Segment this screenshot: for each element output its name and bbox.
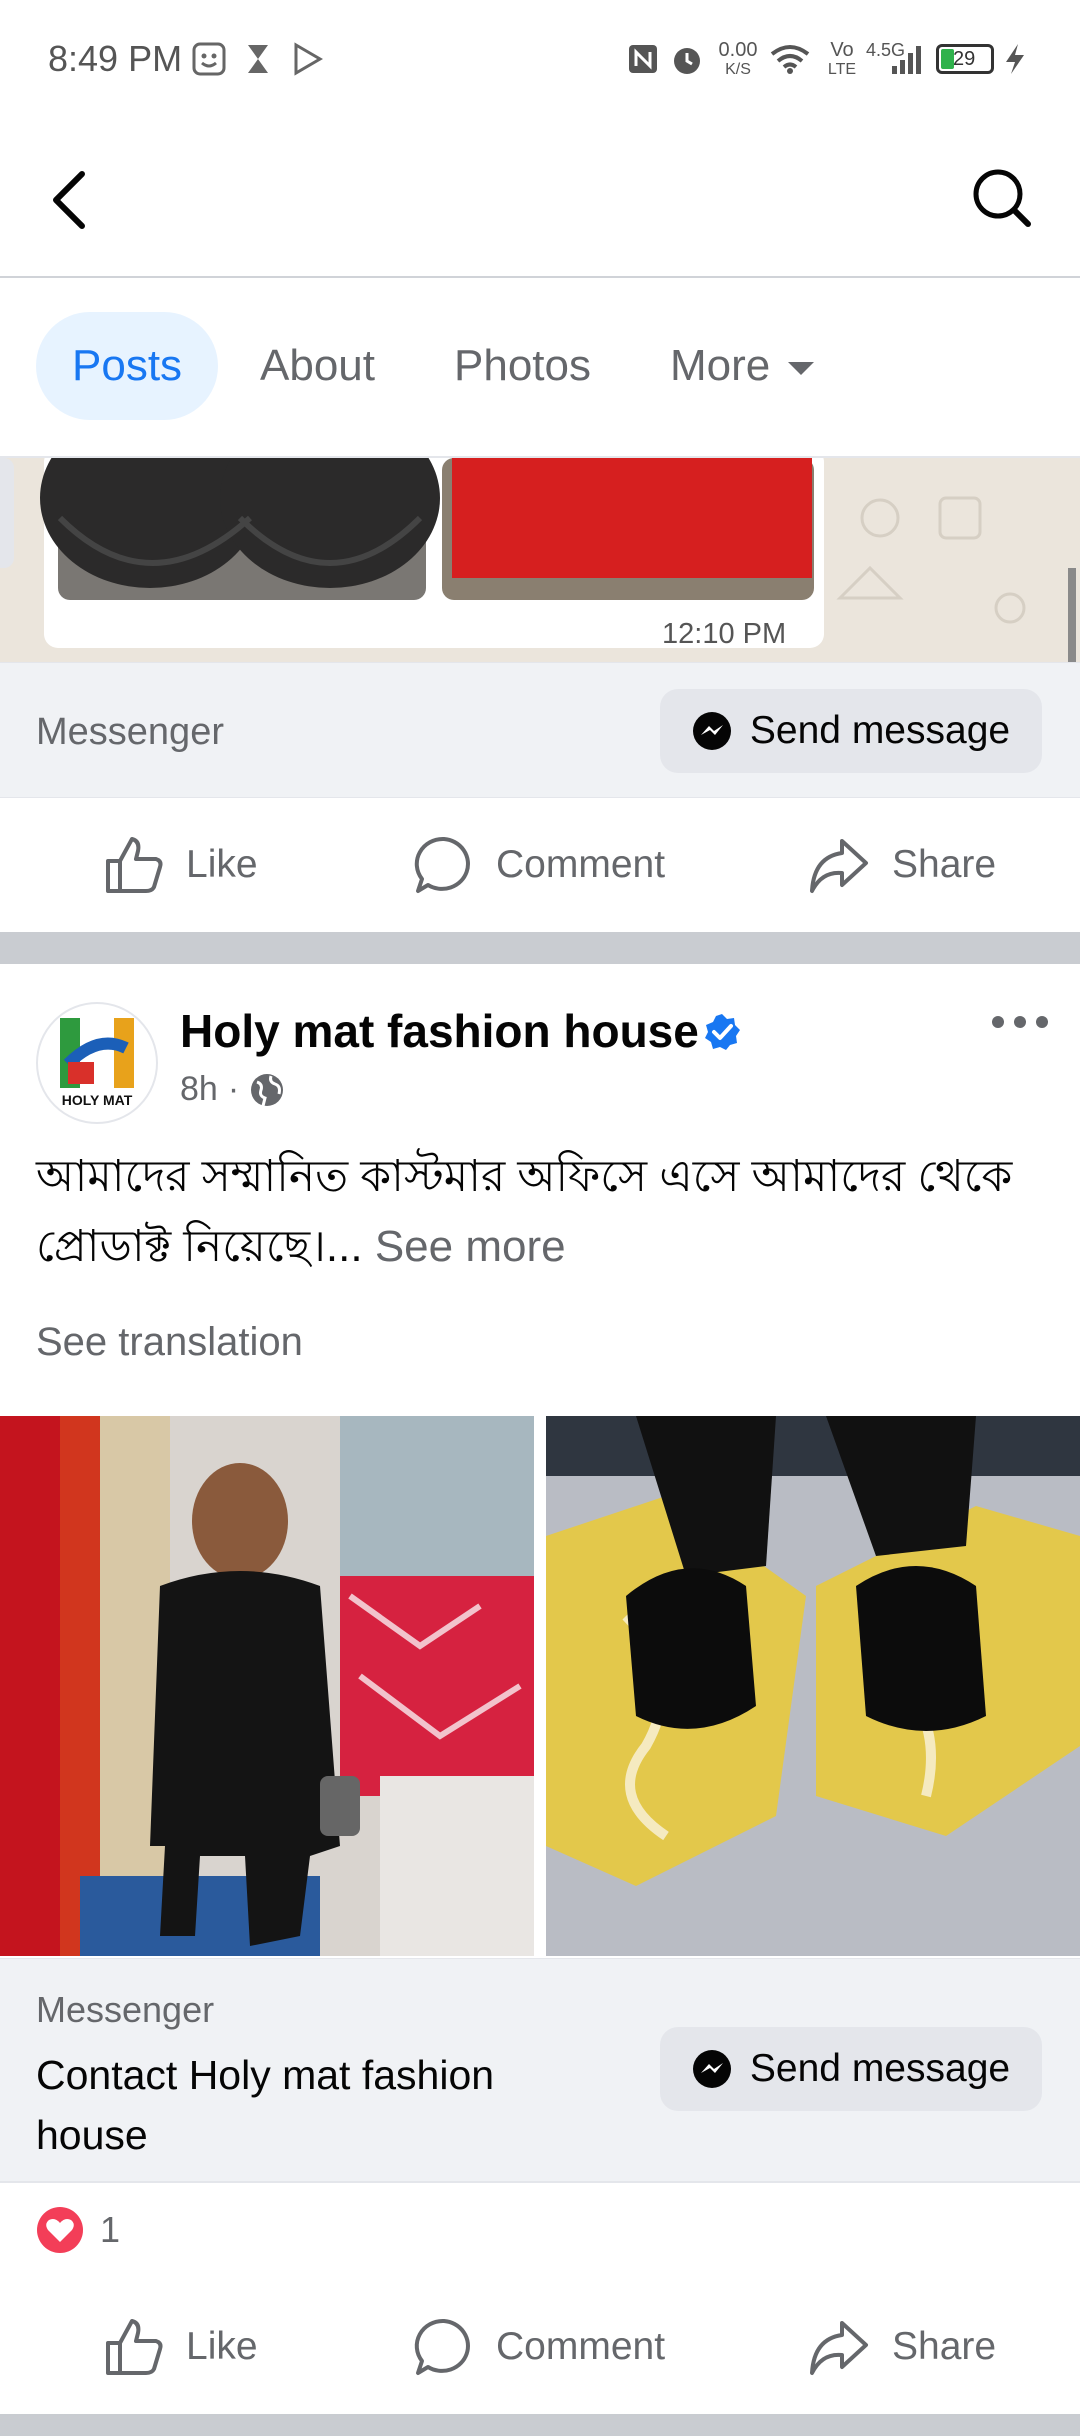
page-avatar[interactable]: HOLY MAT: [36, 1002, 158, 1124]
photo-black-sandals: [546, 1416, 1080, 1956]
chat-background-pattern: [0, 458, 1080, 662]
post-meta-dot: ·: [227, 1070, 240, 1108]
like-icon: [106, 2319, 163, 2375]
post-time: 8h: [180, 1070, 218, 1108]
charging-icon: [1006, 44, 1024, 74]
love-reaction-icon: [37, 2207, 83, 2253]
nfc-icon: [629, 45, 657, 73]
notification-play-icon: [294, 42, 323, 76]
post1-comment-button[interactable]: Comment: [414, 798, 665, 932]
post2-send-message-label: Send message: [749, 2047, 1011, 2090]
photo-customer-in-black-outfit: [0, 1416, 534, 1956]
comment-icon: [414, 836, 470, 893]
post-image-chat-screenshot[interactable]: 12:10 PM: [0, 458, 1080, 662]
post2-share-label: Share: [892, 2325, 997, 2368]
post-meta: 8h ·: [180, 1070, 285, 1109]
net-speed-unit: K/S: [725, 61, 751, 78]
left-edge-handle: [0, 458, 14, 568]
net-speed-value: 0.00: [718, 39, 758, 61]
post2-messenger-label: Messenger: [36, 1989, 215, 2030]
battery-icon: 29: [936, 44, 994, 74]
verified-badge-icon: [705, 1014, 740, 1050]
battery-level: 29: [953, 48, 976, 70]
post-photo-customer[interactable]: [0, 1416, 534, 1956]
back-chevron-icon[interactable]: [48, 170, 92, 230]
more-options-icon[interactable]: [990, 1010, 1050, 1034]
signal-icon: [892, 46, 921, 74]
tab-about[interactable]: About: [260, 312, 375, 420]
contact-page-label: Contact Holy mat fashion house: [36, 2052, 495, 2158]
notification-hourglass-icon: [248, 45, 268, 73]
wifi-icon: [770, 45, 810, 74]
post1-action-bar: Like Comment Share: [0, 798, 1080, 932]
tab-photos[interactable]: Photos: [454, 312, 591, 420]
post1-share-label: Share: [892, 843, 997, 886]
post2-comment-button[interactable]: Comment: [414, 2280, 665, 2414]
post2-send-message-button[interactable]: Send message: [660, 2027, 1042, 2111]
globe-icon: [251, 1073, 284, 1106]
volte-top: Vo: [830, 39, 854, 61]
post2-messenger-bar: Messenger Contact Holy mat fashion house…: [0, 1958, 1080, 2183]
feed-separator: [0, 932, 1080, 964]
post-photo-sandals[interactable]: [546, 1416, 1080, 1956]
tab-more[interactable]: More: [670, 312, 816, 420]
post2-comment-label: Comment: [496, 2325, 666, 2368]
post1-share-button[interactable]: Share: [808, 798, 996, 932]
like-icon: [106, 837, 163, 893]
post2-action-bar: Like Comment Share: [0, 2280, 1080, 2414]
post1-send-message-label: Send message: [749, 709, 1011, 752]
post1-comment-label: Comment: [496, 843, 666, 886]
reaction-summary[interactable]: 1: [36, 2206, 120, 2254]
status-time: 8:49 PM: [48, 38, 183, 79]
see-more-link[interactable]: See more: [375, 1222, 566, 1271]
comment-icon: [414, 2318, 470, 2375]
volte-bottom: LTE: [827, 61, 857, 78]
tab-posts[interactable]: Posts: [36, 312, 219, 420]
post2-share-button[interactable]: Share: [808, 2280, 996, 2414]
post1-messenger-label: Messenger: [36, 711, 224, 753]
post2-like-label: Like: [186, 2325, 258, 2368]
avatar-logo-text: HOLY MAT: [61, 1092, 133, 1108]
post2-like-button[interactable]: Like: [104, 2280, 258, 2414]
profile-tabs: Posts About Photos More: [0, 278, 1080, 458]
share-icon: [810, 2321, 868, 2375]
top-navigation-bar: [0, 118, 1080, 278]
page-name[interactable]: Holy mat fashion house: [180, 1004, 699, 1058]
feed-separator-bottom: [0, 2414, 1080, 2436]
post1-like-label: Like: [186, 843, 258, 886]
alarm-icon: [674, 48, 700, 74]
tab-more-label: More: [670, 341, 771, 390]
search-icon[interactable]: [970, 166, 1034, 230]
chat-message-time: 12:10 PM: [662, 618, 787, 650]
post-text: আমাদের সম্মানিত কাস্টমার অফিসে এসে আমাদে…: [36, 1142, 1046, 1282]
see-translation-link[interactable]: See translation: [36, 1320, 303, 1365]
post1-send-message-button[interactable]: Send message: [660, 689, 1042, 773]
reaction-count: 1: [100, 2209, 121, 2250]
messenger-icon: [692, 712, 731, 750]
notification-face-icon: [192, 42, 226, 76]
caret-down-icon: [788, 362, 815, 376]
share-icon: [810, 839, 868, 893]
messenger-icon: [692, 2050, 731, 2088]
status-bar: 8:49 PM 0.00 K/S Vo LTE 4.5G 29: [0, 0, 1080, 118]
post1-messenger-bar: Messenger Send message: [0, 662, 1080, 799]
post1-like-button[interactable]: Like: [104, 798, 258, 932]
